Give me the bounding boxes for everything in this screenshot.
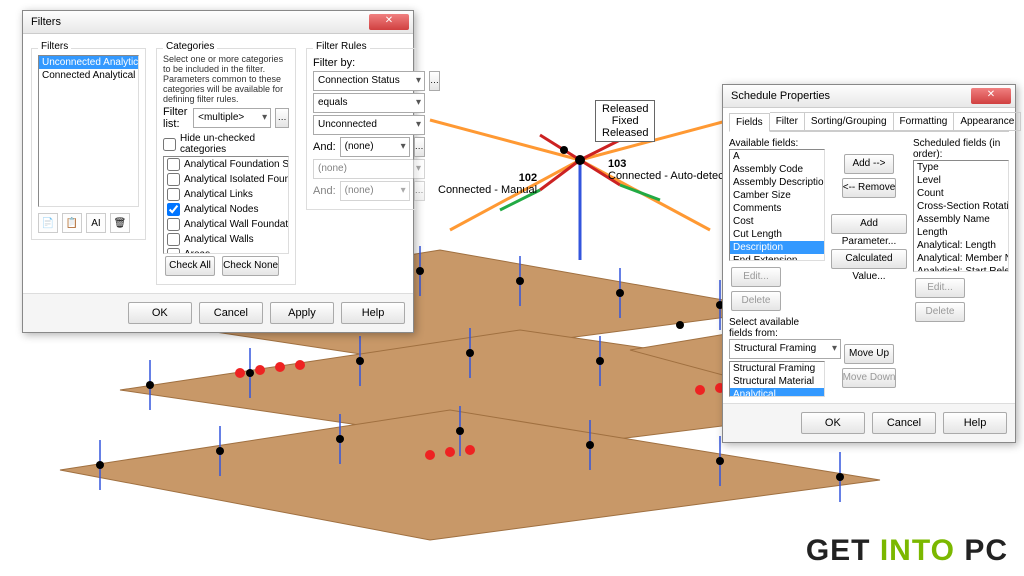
and-combo[interactable]: (none) <box>340 137 410 157</box>
cancel-button[interactable]: Cancel <box>872 412 936 434</box>
filter-val-combo[interactable]: Unconnected <box>313 115 425 135</box>
tab-fields[interactable]: Fields <box>729 113 770 132</box>
schedule-titlebar[interactable]: Schedule Properties ✕ <box>723 85 1015 108</box>
calculated-value-button[interactable]: Calculated Value... <box>831 249 907 269</box>
list-item[interactable]: Assembly Code <box>730 163 824 176</box>
list-item[interactable]: Camber Size <box>730 189 824 202</box>
filter-list-more-button[interactable]: … <box>275 108 289 128</box>
list-item[interactable]: A <box>730 150 824 163</box>
moveup-button[interactable]: Move Up <box>844 344 894 364</box>
movedown-button: Move Down <box>842 368 897 388</box>
list-item[interactable]: Type <box>914 161 1008 174</box>
list-item[interactable]: Assembly Name <box>914 213 1008 226</box>
tab-appearance[interactable]: Appearance <box>954 112 1021 131</box>
filter-by-combo[interactable]: Connection Status <box>313 71 425 91</box>
filter-list-combo[interactable]: <multiple> <box>193 108 271 128</box>
ok-button[interactable]: OK <box>128 302 192 324</box>
list-item[interactable]: Description <box>730 241 824 254</box>
remove-button[interactable]: <-- Remove <box>842 178 897 198</box>
help-button[interactable]: Help <box>943 412 1007 434</box>
filter-op-combo[interactable]: equals <box>313 93 425 113</box>
list-item[interactable]: Cut Length <box>730 228 824 241</box>
close-icon[interactable]: ✕ <box>369 14 409 30</box>
tab-filter[interactable]: Filter <box>770 112 805 131</box>
list-item[interactable]: Count <box>914 187 1008 200</box>
help-button[interactable]: Help <box>341 302 405 324</box>
categories-list[interactable]: Analytical Foundation Slabs Analytical I… <box>163 156 289 254</box>
available-from-combo[interactable]: Structural Framing <box>729 339 841 359</box>
list-item[interactable]: Cost <box>730 215 824 228</box>
list-item[interactable]: Analytical: Member Number <box>914 252 1008 265</box>
tab-bar: Fields Filter Sorting/Grouping Formattin… <box>729 112 1009 132</box>
list-item[interactable]: Analytical: Start Release <box>914 265 1008 272</box>
list-item[interactable]: Unconnected Analytical Nodes <box>39 56 138 69</box>
edit-avail-button: Edit... <box>731 267 781 287</box>
list-item[interactable]: Cross-Section Rotation <box>914 200 1008 213</box>
close-icon[interactable]: ✕ <box>971 88 1011 104</box>
watermark: GET INTO PC <box>806 534 1008 568</box>
check-all-button[interactable]: Check All <box>165 256 215 276</box>
ok-button[interactable]: OK <box>801 412 865 434</box>
and-more-button[interactable]: … <box>414 137 425 157</box>
filter-by-more-button[interactable]: … <box>429 71 440 91</box>
list-item[interactable]: Assembly Description <box>730 176 824 189</box>
scheduled-fields-list[interactable]: TypeLevelCountCross-Section RotationAsse… <box>913 160 1009 272</box>
node-102-label: 102Connected - Manual <box>438 172 537 196</box>
check-none-button[interactable]: Check None <box>222 256 279 276</box>
list-item[interactable]: Analytical: Length <box>914 239 1008 252</box>
tab-formatting[interactable]: Formatting <box>894 112 955 131</box>
copy-filter-icon[interactable]: 📋 <box>62 213 82 233</box>
add-parameter-button[interactable]: Add Parameter... <box>831 214 907 234</box>
release-annotation: Released Fixed Released <box>595 100 655 142</box>
list-item[interactable]: Connected Analytical Nodes <box>39 69 138 82</box>
delete-sched-button: Delete <box>915 302 965 322</box>
hide-unchecked-check[interactable]: Hide un-checked categories <box>163 132 289 156</box>
filters-titlebar[interactable]: Filters ✕ <box>23 11 413 34</box>
apply-button[interactable]: Apply <box>270 302 334 324</box>
available-fields-list[interactable]: AAssembly CodeAssembly DescriptionCamber… <box>729 149 825 261</box>
schedule-properties-dialog: Schedule Properties ✕ Fields Filter Sort… <box>722 84 1016 443</box>
add-button[interactable]: Add --> <box>844 154 894 174</box>
tab-sorting[interactable]: Sorting/Grouping <box>805 112 894 131</box>
edit-sched-button: Edit... <box>915 278 965 298</box>
filters-list[interactable]: Unconnected Analytical Nodes Connected A… <box>38 55 139 207</box>
rename-icon[interactable]: AI <box>86 213 106 233</box>
delete-avail-button: Delete <box>731 291 781 311</box>
node-103-label: 103Connected - Auto-detect <box>608 158 727 182</box>
cancel-button[interactable]: Cancel <box>199 302 263 324</box>
schedule-title: Schedule Properties <box>727 90 971 102</box>
list-item[interactable]: Length <box>914 226 1008 239</box>
available-from-list[interactable]: Structural Framing Structural Material A… <box>729 361 825 397</box>
list-item[interactable]: Level <box>914 174 1008 187</box>
filters-title: Filters <box>27 16 369 28</box>
delete-icon[interactable]: 🗑 <box>110 213 130 233</box>
list-item[interactable]: Comments <box>730 202 824 215</box>
new-filter-icon[interactable]: 📄 <box>38 213 58 233</box>
filters-dialog: Filters ✕ Filters Unconnected Analytical… <box>22 10 414 333</box>
list-item[interactable]: End Extension <box>730 254 824 261</box>
